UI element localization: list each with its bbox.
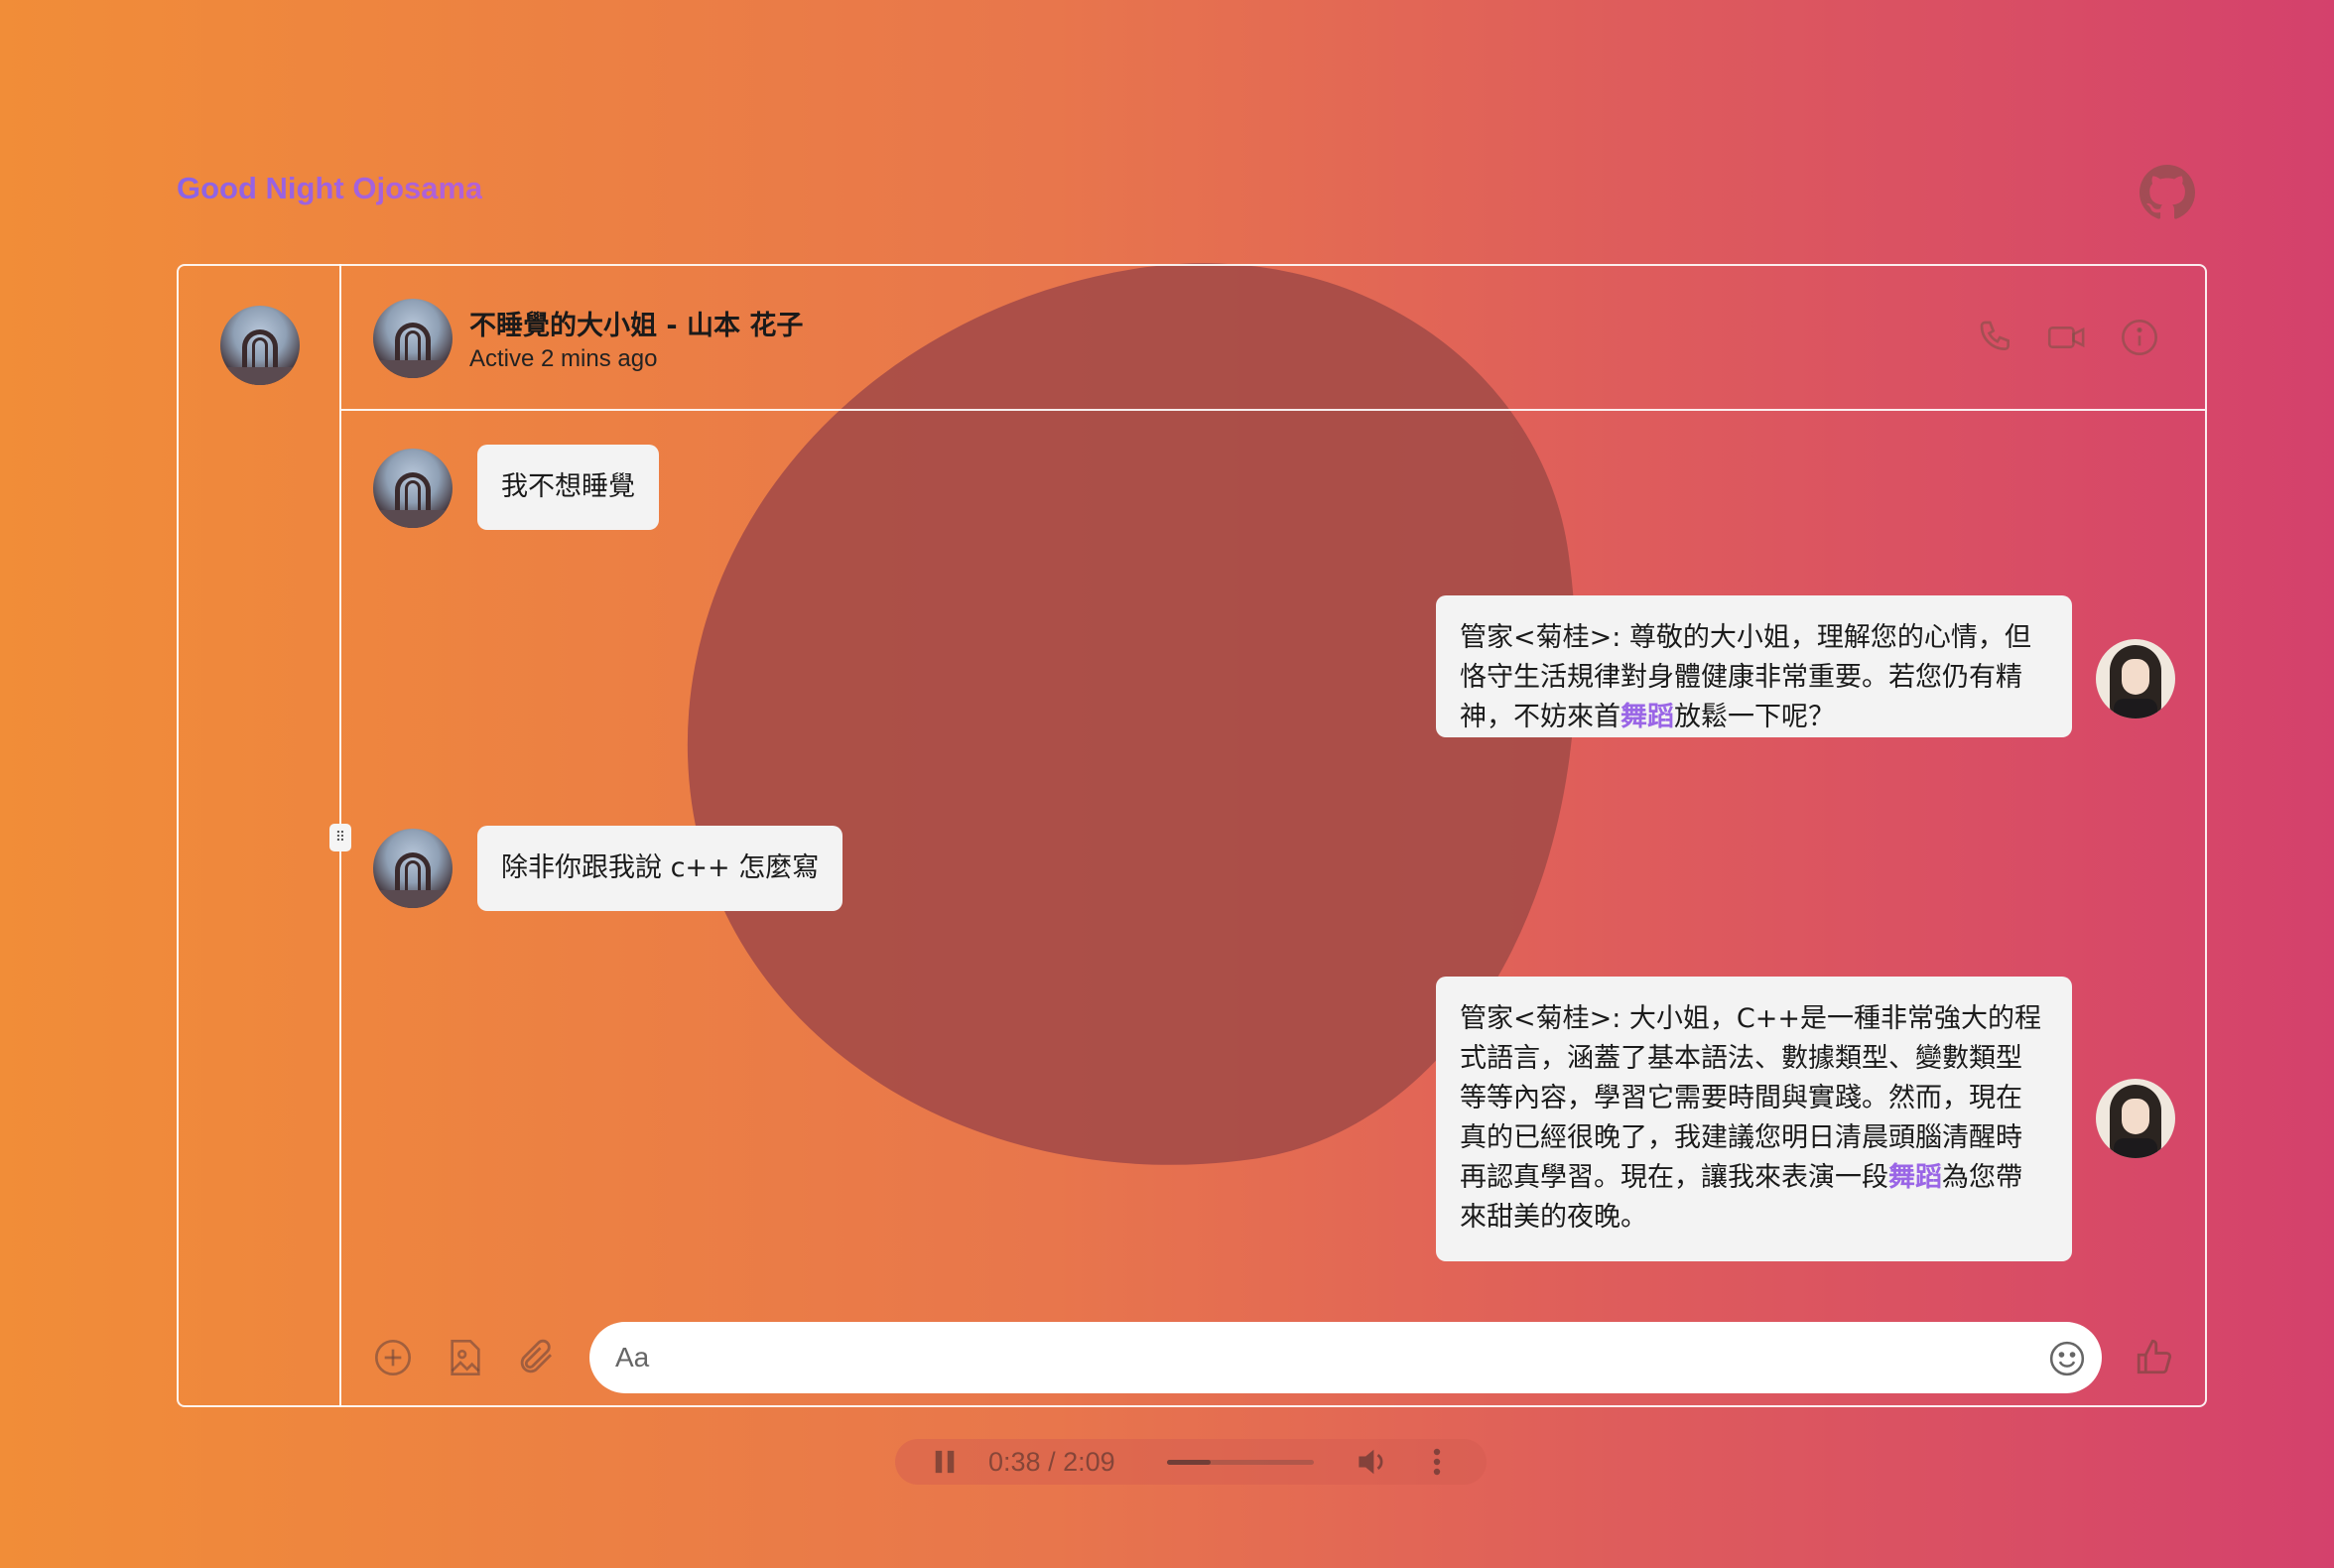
butler-avatar <box>2096 1079 2175 1158</box>
message-line: 等等內容，學習它需要時間與實踐。然而，現在 <box>1460 1083 2022 1113</box>
user-avatar <box>373 449 453 528</box>
message-line: 再認真學習。現在，讓我來表演一段舞蹈為您帶 <box>1460 1162 2022 1193</box>
audio-player: 0:38 / 2:09 <box>895 1439 1487 1485</box>
message-line: 管家<菊桂>: 大小姐，C++是一種非常強大的程 <box>1460 1003 2042 1034</box>
contact-name: 不睡覺的大小姐 - 山本 花子 <box>469 311 804 341</box>
user-message: 除非你跟我說 c++ 怎麼寫 <box>477 826 843 911</box>
add-circle-icon[interactable] <box>373 1338 413 1377</box>
contact-status: Active 2 mins ago <box>469 345 658 372</box>
message-line: 來甜美的夜晚。 <box>1460 1202 1647 1233</box>
message-line: 真的已經很晚了，我建議您明日清晨頭腦清醒時 <box>1460 1122 2022 1153</box>
audio-progress-fill <box>1167 1460 1211 1465</box>
input-placeholder: Aa <box>615 1342 650 1372</box>
more-options-icon[interactable] <box>1431 1448 1443 1476</box>
bot-message: 管家<菊桂>: 尊敬的大小姐，理解您的心情，但 恪守生活規律對身體健康非常重要。… <box>1436 595 2072 737</box>
header-divider <box>341 409 2205 411</box>
message-input[interactable]: Aa <box>589 1322 2102 1393</box>
message-line: 管家<菊桂>: 尊敬的大小姐，理解您的心情，但 <box>1460 622 2031 653</box>
message-text: 我不想睡覺 <box>501 471 635 502</box>
sidebar-conversation-avatar[interactable] <box>220 306 300 385</box>
phone-icon[interactable] <box>1977 318 2016 357</box>
attach-icon[interactable] <box>516 1336 558 1377</box>
pause-icon[interactable] <box>933 1449 957 1475</box>
app-title[interactable]: Good Night Ojosama <box>177 171 482 206</box>
thumbs-up-icon[interactable] <box>2134 1336 2175 1377</box>
message-text: 除非你跟我說 c++ 怎麼寫 <box>501 852 820 883</box>
video-icon[interactable] <box>2046 318 2088 357</box>
header-avatar[interactable] <box>373 299 453 378</box>
image-icon[interactable] <box>447 1338 484 1377</box>
butler-avatar <box>2096 639 2175 719</box>
user-message: 我不想睡覺 <box>477 445 659 530</box>
bot-message: 管家<菊桂>: 大小姐，C++是一種非常強大的程 式語言，涵蓋了基本語法、數據類… <box>1436 977 2072 1261</box>
resize-handle[interactable]: ⠿ <box>329 824 351 851</box>
highlight-word: 舞蹈 <box>1888 1162 1942 1193</box>
volume-icon[interactable] <box>1356 1447 1389 1477</box>
message-line: 恪守生活規律對身體健康非常重要。若您仍有精 <box>1460 662 2022 693</box>
message-line: 式語言，涵蓋了基本語法、數據類型、變數類型 <box>1460 1043 2022 1074</box>
emoji-icon[interactable] <box>2048 1340 2086 1377</box>
user-avatar <box>373 829 453 908</box>
github-icon[interactable] <box>2140 165 2195 220</box>
audio-time: 0:38 / 2:09 <box>988 1447 1115 1477</box>
message-line: 神，不妨來首舞蹈放鬆一下呢？ <box>1460 702 1835 732</box>
info-icon[interactable] <box>2120 318 2159 357</box>
highlight-word: 舞蹈 <box>1621 702 1674 732</box>
